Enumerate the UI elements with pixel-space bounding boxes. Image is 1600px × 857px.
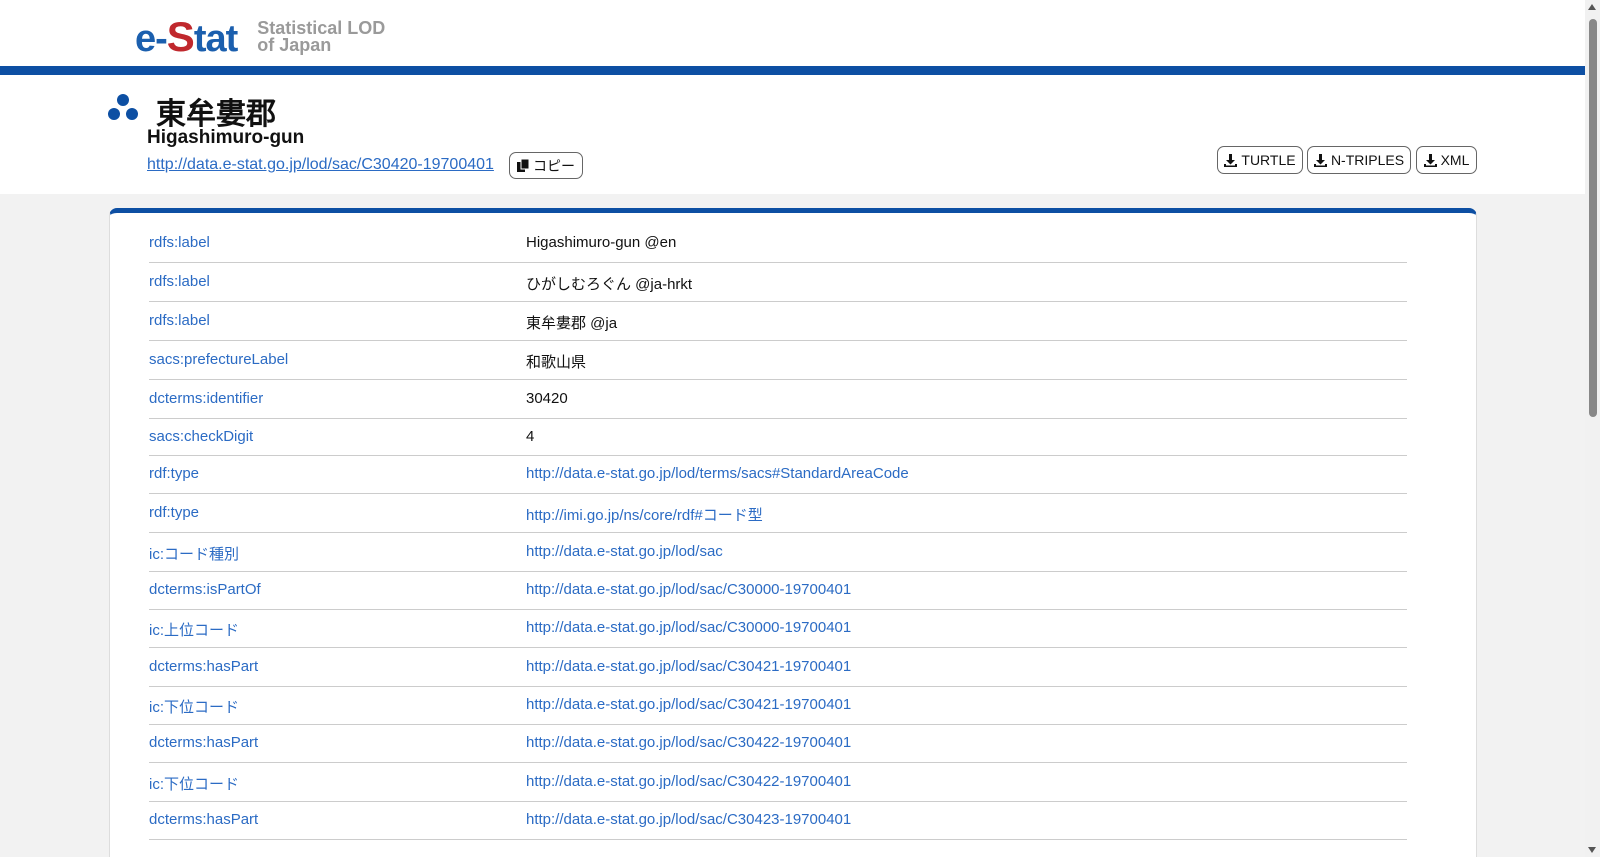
download-xml-button[interactable]: XML (1416, 146, 1477, 174)
object-link[interactable]: http://data.e-stat.go.jp/lod/sac/C30422-… (526, 734, 851, 751)
object-link[interactable]: http://data.e-stat.go.jp/lod/sac/C30422-… (526, 773, 851, 790)
triple-row: dcterms:hasPart http://data.e-stat.go.jp/… (149, 802, 1407, 840)
object-literal: 和歌山県 (526, 353, 587, 371)
predicate-link[interactable]: dcterms:hasPart (149, 734, 258, 751)
object-literal: 4 (526, 427, 535, 445)
resource-uri-link[interactable]: http://data.e-stat.go.jp/lod/sac/C30420-… (147, 156, 494, 174)
triple-row: dcterms:isPartOf http://data.e-stat.go.jp… (149, 572, 1407, 610)
object-link[interactable]: http://data.e-stat.go.jp/lod/sac (526, 543, 723, 560)
site-header: e-Stat Statistical LOD of Japan (0, 0, 1585, 66)
predicate-link[interactable]: ic:上位コード (149, 619, 239, 640)
triple-row: ic:下位コード http://data.e-stat.go.jp/lod/sac… (149, 763, 1407, 802)
predicate-link[interactable]: rdfs:label (149, 234, 210, 251)
page-subtitle: Higashimuro-gun (147, 127, 305, 148)
download-turtle-button[interactable]: TURTLE (1217, 146, 1303, 174)
copy-button[interactable]: コピー (509, 152, 583, 179)
download-icon (1313, 153, 1327, 167)
download-turtle-label: TURTLE (1241, 152, 1296, 168)
header-accent-bar (0, 66, 1585, 75)
triple-row: dcterms:hasPart http://data.e-stat.go.jp/… (149, 648, 1407, 687)
download-ntriples-button[interactable]: N-TRIPLES (1307, 146, 1411, 174)
predicate-link[interactable]: rdfs:label (149, 273, 210, 290)
triple-row: ic:コード種別 http://data.e-stat.go.jp/lod/sac (149, 533, 1407, 572)
copy-icon (517, 158, 530, 172)
object-link[interactable]: http://data.e-stat.go.jp/lod/sac/C30421-… (526, 658, 851, 675)
object-link[interactable]: http://data.e-stat.go.jp/lod/sac/C30000-… (526, 619, 851, 636)
triple-row: sacs:checkDigit 4 (149, 419, 1407, 456)
triple-row: rdf:type http://data.e-stat.go.jp/lod/ter… (149, 456, 1407, 494)
object-link[interactable]: http://data.e-stat.go.jp/lod/sac/C30423-… (526, 811, 851, 828)
object-link[interactable]: http://data.e-stat.go.jp/lod/sac/C30000-… (526, 581, 851, 598)
object-literal: 東牟婁郡 @ja (526, 314, 618, 332)
download-xml-label: XML (1440, 152, 1470, 168)
predicate-link[interactable]: ic:下位コード (149, 773, 239, 794)
download-ntriples-label: N-TRIPLES (1330, 152, 1405, 168)
predicate-link[interactable]: dcterms:identifier (149, 390, 263, 407)
triples-table: rdfs:label Higashimuro-gun @en rdfs:label ひ… (149, 225, 1407, 840)
object-literal: ひがしむろぐん @ja-hrkt (526, 275, 693, 293)
predicate-link[interactable]: rdf:type (149, 465, 199, 482)
triple-row: dcterms:hasPart http://data.e-stat.go.jp/… (149, 725, 1407, 763)
predicate-link[interactable]: dcterms:hasPart (149, 811, 258, 828)
triples-card: rdfs:label Higashimuro-gun @en rdfs:label ひ… (109, 208, 1477, 857)
predicate-link[interactable]: rdfs:label (149, 312, 210, 329)
object-link[interactable]: http://data.e-stat.go.jp/lod/terms/sacs#… (526, 465, 909, 482)
copy-button-label: コピー (533, 158, 575, 175)
object-link[interactable]: http://imi.go.jp/ns/core/rdf#コード型 (526, 504, 763, 525)
predicate-link[interactable]: sacs:prefectureLabel (149, 351, 288, 368)
triple-row: rdfs:label Higashimuro-gun @en (149, 225, 1407, 263)
download-icon (1423, 153, 1437, 167)
logo-subtitle: Statistical LOD of Japan (257, 18, 386, 55)
triple-row: sacs:prefectureLabel 和歌山県 (149, 341, 1407, 380)
resource-header: 東牟婁郡 Higashimuro-gun http://data.e-stat.… (0, 75, 1585, 194)
object-literal: Higashimuro-gun @en (526, 234, 677, 251)
triple-row: ic:上位コード http://data.e-stat.go.jp/lod/sac… (149, 610, 1407, 648)
triple-row: rdfs:label 東牟婁郡 @ja (149, 302, 1407, 341)
predicate-link[interactable]: dcterms:isPartOf (149, 581, 261, 598)
predicate-link[interactable]: rdf:type (149, 504, 199, 521)
scroll-thumb[interactable] (1589, 19, 1597, 417)
predicate-link[interactable]: ic:コード種別 (149, 543, 239, 564)
logo-wordmark: e-Stat (135, 13, 238, 60)
scroll-up-arrow-icon[interactable] (1588, 4, 1596, 10)
scroll-down-arrow-icon[interactable] (1588, 847, 1596, 853)
predicate-link[interactable]: ic:下位コード (149, 696, 239, 717)
triple-row: ic:下位コード http://data.e-stat.go.jp/lod/sac… (149, 687, 1407, 725)
predicate-link[interactable]: sacs:checkDigit (149, 428, 253, 445)
download-icon (1224, 153, 1238, 167)
triple-row: rdf:type http://imi.go.jp/ns/core/rdf#コード… (149, 494, 1407, 533)
triple-row: dcterms:identifier 30420 (149, 380, 1407, 419)
estat-logo[interactable]: e-Stat Statistical LOD of Japan (135, 13, 386, 60)
page-scrollbar[interactable] (1585, 0, 1600, 857)
resource-cluster-icon (108, 94, 138, 120)
predicate-link[interactable]: dcterms:hasPart (149, 658, 258, 675)
object-link[interactable]: http://data.e-stat.go.jp/lod/sac/C30421-… (526, 696, 851, 713)
triple-row: rdfs:label ひがしむろぐん @ja-hrkt (149, 263, 1407, 302)
object-literal: 30420 (526, 389, 568, 407)
